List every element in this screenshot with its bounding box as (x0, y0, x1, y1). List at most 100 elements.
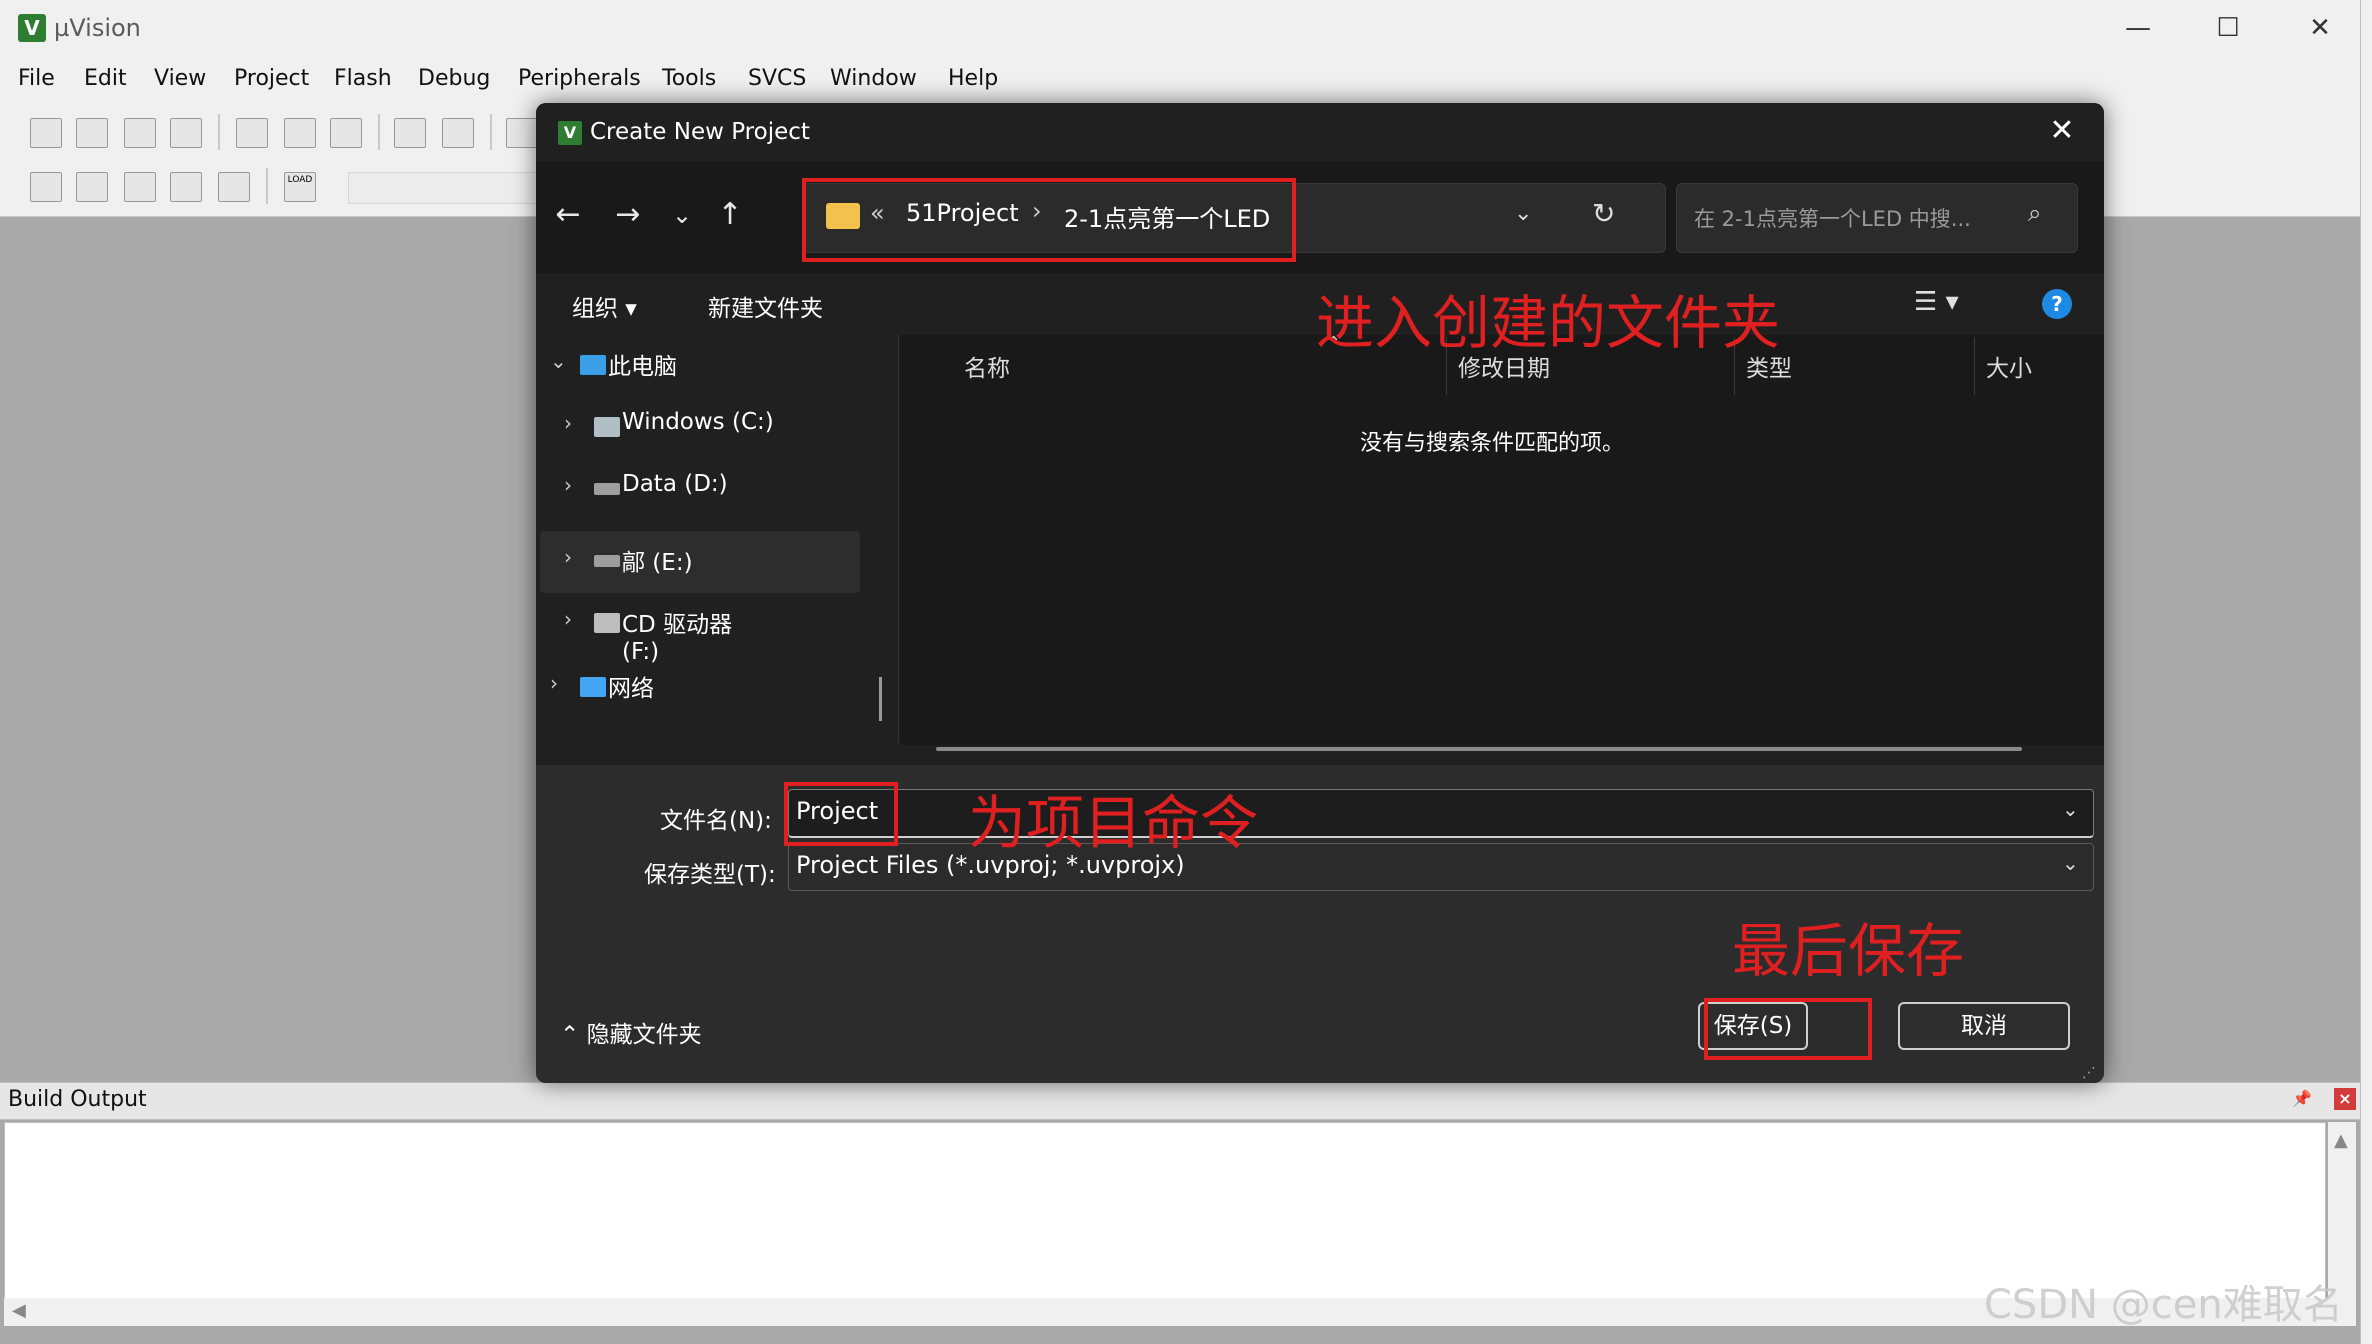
chevron-right-icon[interactable]: › (564, 473, 572, 497)
drive-icon (594, 483, 620, 495)
tree-item-e-drive[interactable]: › 鄗 (E:) (540, 531, 860, 593)
menu-view[interactable]: View (154, 66, 206, 91)
toolbar-separator (218, 114, 220, 150)
file-name-label: 文件名(N): (660, 808, 772, 834)
chevron-down-icon[interactable]: ⌄ (550, 349, 567, 373)
pane-divider[interactable] (898, 335, 899, 743)
windows-drive-icon (594, 417, 620, 437)
empty-results-message: 没有与搜索条件匹配的项。 (1360, 431, 1625, 456)
pin-icon[interactable]: 📌 (2292, 1090, 2312, 1108)
tree-item-label: 网络 (608, 676, 654, 702)
main-titlebar (0, 0, 2372, 58)
toolbar-separator (378, 114, 380, 150)
build-output-body[interactable] (4, 1122, 2326, 1300)
menu-debug[interactable]: Debug (418, 66, 490, 91)
file-list-hscrollbar[interactable] (936, 747, 2022, 751)
annotation-box-breadcrumb (802, 178, 1296, 262)
build-icon[interactable] (76, 172, 108, 202)
window-right-edge (2360, 0, 2372, 1344)
chevron-right-icon[interactable]: › (564, 545, 572, 569)
chevron-right-icon[interactable]: › (550, 671, 558, 695)
copy-icon[interactable] (284, 118, 316, 148)
annotation-box-save (1704, 998, 1872, 1060)
chevron-down-icon[interactable]: ⌄ (1514, 201, 1532, 226)
navigation-scrollbar[interactable] (879, 677, 882, 721)
tree-item-label: CD 驱动器 (F:) (622, 612, 733, 665)
menu-project[interactable]: Project (234, 66, 309, 91)
maximize-button[interactable]: ☐ (2188, 6, 2268, 50)
menu-peripherals[interactable]: Peripherals (518, 66, 641, 91)
new-folder-button[interactable]: 新建文件夹 (708, 289, 823, 323)
chevron-right-icon[interactable]: › (564, 411, 572, 435)
build-output-title: Build Output (8, 1087, 147, 1112)
tree-item-label: 鄗 (E:) (622, 550, 693, 576)
menu-tools[interactable]: Tools (662, 66, 716, 91)
redo-icon[interactable] (442, 118, 474, 148)
undo-icon[interactable] (394, 118, 426, 148)
hide-folders-toggle[interactable]: ⌃ 隐藏文件夹 (560, 1015, 702, 1049)
cancel-button[interactable]: 取消 (1898, 1002, 2070, 1050)
file-list[interactable] (900, 335, 2104, 745)
dialog-title: Create New Project (590, 119, 810, 145)
monitor-icon (580, 355, 606, 375)
save-icon[interactable] (124, 118, 156, 148)
paste-icon[interactable] (330, 118, 362, 148)
organize-button[interactable]: 组织 ▾ (572, 289, 637, 323)
batch-build-icon[interactable] (170, 172, 202, 202)
help-icon[interactable]: ? (2042, 289, 2072, 319)
dialog-close-button[interactable]: ✕ (2040, 111, 2084, 151)
menu-help[interactable]: Help (948, 66, 998, 91)
tree-item-windows-c[interactable]: › Windows (C:) (536, 397, 776, 459)
refresh-icon[interactable]: ↻ (1592, 197, 1615, 230)
tree-item-label: Data (D:) (622, 471, 728, 497)
minimize-button[interactable]: — (2098, 6, 2178, 50)
column-header-name[interactable]: 名称 (964, 349, 1010, 383)
tree-item-this-pc[interactable]: ⌄ 此电脑 (536, 335, 776, 397)
menu-file[interactable]: File (18, 66, 55, 91)
column-header-size[interactable]: 大小 (1986, 349, 2032, 383)
menu-flash[interactable]: Flash (334, 66, 392, 91)
resize-grip-icon[interactable]: ⋰ (2082, 1065, 2096, 1081)
tree-item-cd-drive[interactable]: › CD 驱动器 (F:) (536, 593, 776, 665)
forward-arrow-icon[interactable]: → (606, 195, 650, 235)
back-arrow-icon[interactable]: ← (546, 195, 590, 235)
build-output-close-button[interactable]: × (2334, 1088, 2356, 1110)
save-all-icon[interactable] (170, 118, 202, 148)
new-file-icon[interactable] (30, 118, 62, 148)
nav-back-icon[interactable] (506, 118, 538, 148)
scroll-up-icon[interactable]: ▲ (2334, 1130, 2348, 1151)
search-placeholder: 在 2-1点亮第一个LED 中搜... (1694, 207, 1971, 231)
up-arrow-icon[interactable]: ↑ (708, 195, 752, 235)
stop-build-icon[interactable] (218, 172, 250, 202)
uvision-logo-icon: V (18, 14, 46, 42)
tree-item-label: Windows (C:) (622, 409, 774, 435)
open-file-icon[interactable] (76, 118, 108, 148)
scroll-left-icon[interactable]: ◀ (12, 1300, 26, 1321)
csdn-watermark: CSDN @cen难取名 (1984, 1282, 2343, 1328)
annotation-box-filename (784, 782, 898, 846)
cut-icon[interactable] (236, 118, 268, 148)
view-options-icon[interactable]: ☰ ▾ (1914, 287, 1959, 317)
chevron-right-icon[interactable]: › (564, 607, 572, 631)
search-icon[interactable]: ⌕ (2028, 199, 2041, 227)
toolbar-separator (266, 168, 268, 204)
target-select[interactable] (348, 172, 550, 204)
load-icon[interactable]: LOAD (284, 172, 316, 202)
recent-locations-icon[interactable]: ⌄ (660, 195, 704, 235)
menu-window[interactable]: Window (830, 66, 917, 91)
column-separator[interactable] (1974, 337, 1975, 395)
toolbar-separator (490, 114, 492, 150)
menu-edit[interactable]: Edit (84, 66, 127, 91)
rebuild-icon[interactable] (124, 172, 156, 202)
tree-item-network[interactable]: › 网络 (536, 657, 776, 719)
build-output-header (0, 1082, 2360, 1120)
app-title: µVision (54, 14, 141, 42)
menu-svcs[interactable]: SVCS (748, 66, 806, 91)
file-type-label: 保存类型(T): (644, 862, 776, 888)
cd-drive-icon (594, 613, 620, 633)
close-button[interactable]: ✕ (2280, 6, 2360, 50)
translate-icon[interactable] (30, 172, 62, 202)
chevron-down-icon[interactable]: ⌄ (2062, 851, 2079, 875)
chevron-down-icon[interactable]: ⌄ (2062, 797, 2079, 821)
tree-item-data-d[interactable]: › Data (D:) (536, 459, 776, 521)
